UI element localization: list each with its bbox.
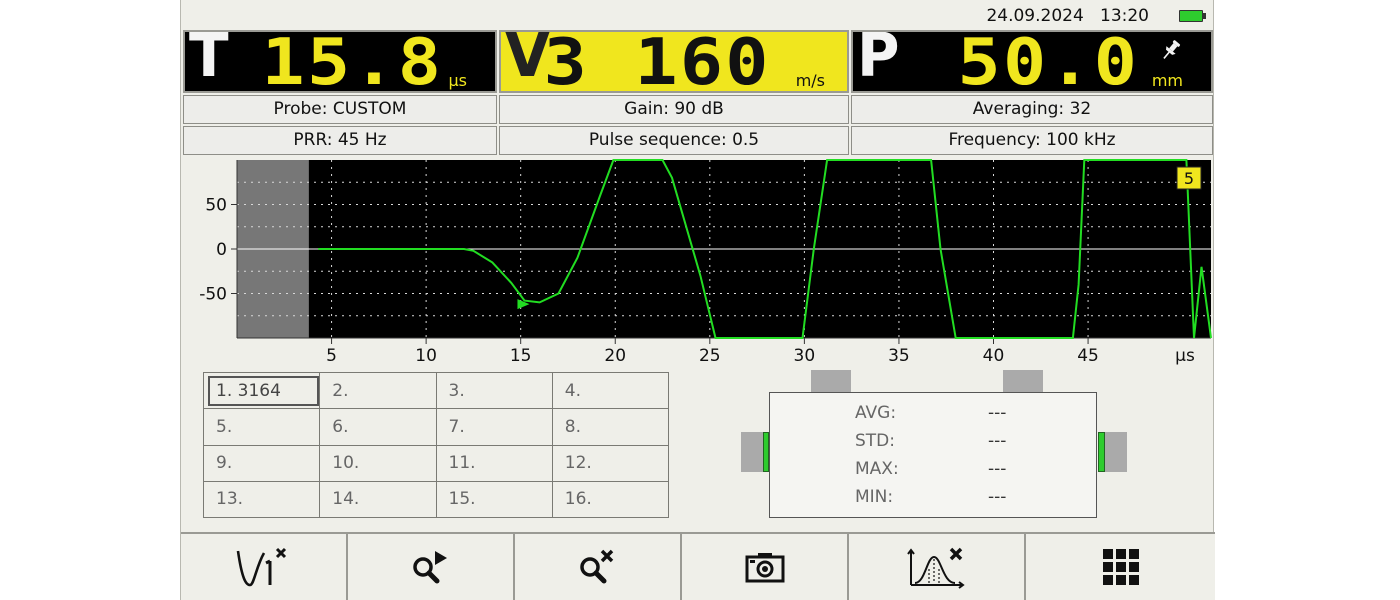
pin-icon[interactable] (1159, 38, 1183, 62)
probe-info[interactable]: Probe: CUSTOM (183, 95, 497, 124)
stat-min-row: MIN: --- (770, 483, 1096, 511)
statistics-box: AVG: --- STD: --- MAX: --- MIN: --- (769, 392, 1097, 518)
metric-time-panel[interactable]: T 15.8 µs (183, 30, 497, 93)
metric-path-unit: mm (1151, 71, 1183, 90)
probe-diagram: AVG: --- STD: --- MAX: --- MIN: --- (741, 370, 1141, 530)
status-bar: 24.09.2024 13:20 (181, 0, 1215, 30)
readings-row: 13. 14. 15. 16. (202, 480, 670, 519)
x-tick-label: 10 (415, 346, 437, 366)
x-tick-label: 45 (1077, 346, 1099, 366)
battery-full-icon (1179, 10, 1206, 22)
metric-velocity-value: 3 160 (544, 30, 771, 93)
metric-path-letter: P (857, 30, 900, 91)
probe-pad-top-left (811, 370, 851, 392)
reading-cell[interactable]: 2. (319, 371, 437, 410)
readings-row: 9. 10. 11. 12. (202, 444, 670, 482)
y-tick-label: 50 (205, 196, 227, 216)
frequency-info[interactable]: Frequency: 100 kHz (851, 126, 1213, 155)
zoom-play-button[interactable] (348, 534, 515, 600)
date-text: 24.09.2024 (986, 6, 1084, 26)
averaging-info[interactable]: Averaging: 32 (851, 95, 1213, 124)
stat-max-label: MAX: (855, 459, 899, 479)
marker-badge-label: 5 (1184, 169, 1194, 188)
stat-avg-label: AVG: (855, 403, 897, 423)
stat-std-row: STD: --- (770, 427, 1096, 455)
reading-cell[interactable]: 15. (435, 480, 553, 519)
reading-cell[interactable]: 11. (435, 444, 553, 482)
screenshot-button[interactable] (682, 534, 849, 600)
x-tick-label: 30 (794, 346, 816, 366)
x-tick-label: 5 (326, 346, 337, 366)
zoom-reset-button[interactable] (515, 534, 682, 600)
pulse-sequence-info[interactable]: Pulse sequence: 0.5 (499, 126, 849, 155)
x-tick-label: 20 (604, 346, 626, 366)
stat-min-label: MIN: (855, 487, 894, 507)
stat-max-value: --- (988, 459, 1007, 479)
y-tick-label: 0 (216, 240, 227, 260)
metric-velocity-panel[interactable]: V 3 160 m/s (499, 30, 849, 93)
probe-pad-top-right (1003, 370, 1043, 392)
curve-select-icon (236, 547, 286, 587)
camera-icon (745, 553, 784, 583)
gain-info[interactable]: Gain: 90 dB (499, 95, 849, 124)
reading-cell[interactable]: 13. (202, 480, 321, 519)
metric-velocity-unit: m/s (795, 71, 825, 90)
reading-cell[interactable]: 5. (202, 408, 321, 446)
stat-std-value: --- (988, 431, 1007, 451)
stat-min-value: --- (988, 487, 1007, 507)
distribution-icon (906, 547, 965, 589)
readings-row: 1. 3164 2. 3. 4. (202, 371, 670, 410)
distribution-button[interactable] (849, 534, 1026, 600)
reading-cell[interactable]: 8. (551, 408, 670, 446)
date-time: 24.09.2024 13:20 (986, 6, 1149, 26)
prr-info[interactable]: PRR: 45 Hz (183, 126, 497, 155)
metric-path-panel[interactable]: P 50.0 mm (851, 30, 1213, 93)
time-text: 13:20 (1100, 6, 1149, 26)
reading-cell[interactable]: 10. (319, 444, 437, 482)
reading-cell[interactable]: 6. (319, 408, 437, 446)
menu-button[interactable] (1026, 534, 1215, 600)
x-tick-label: 25 (699, 346, 721, 366)
stat-avg-value: --- (988, 403, 1007, 423)
reading-cell[interactable]: 7. (435, 408, 553, 446)
waveform-chart[interactable]: 5 10 15 20 25 30 35 40 45 µs 50 0 -50 5 (181, 158, 1215, 370)
x-unit-label: µs (1175, 346, 1195, 366)
metric-time-unit: µs (448, 71, 467, 90)
reading-cell[interactable]: 3. (435, 371, 553, 410)
readings-row: 5. 6. 7. 8. (202, 408, 670, 446)
x-tick-label: 15 (510, 346, 532, 366)
metric-time-value: 15.8 (261, 30, 443, 93)
grid-menu-icon (1102, 549, 1139, 585)
reading-cell[interactable]: 14. (319, 480, 437, 519)
zoom-reset-icon (579, 549, 613, 584)
y-tick-label: -50 (199, 285, 227, 305)
device-screen: 24.09.2024 13:20 T 15.8 µs V 3 160 m/s P… (180, 0, 1215, 600)
bottom-toolbar (181, 532, 1215, 600)
reading-cell-selected: 1. 3164 (208, 375, 320, 406)
reading-cell[interactable]: 9. (202, 444, 321, 482)
probe-pad-left (741, 432, 763, 472)
metric-time-letter: T (189, 30, 229, 91)
x-tick-label: 35 (888, 346, 910, 366)
probe-receiver-indicator (1098, 432, 1105, 472)
zoom-play-icon (412, 551, 447, 584)
probe-pad-right (1105, 432, 1127, 472)
readings-table: 1. 3164 2. 3. 4. 5. 6. 7. 8. 9. 10. 11. 12. 13. 14. 15… (202, 371, 670, 519)
stat-std-label: STD: (855, 431, 895, 451)
x-tick-label: 40 (983, 346, 1005, 366)
reading-cell[interactable]: 1. 3164 (202, 371, 321, 410)
stat-max-row: MAX: --- (770, 455, 1096, 483)
reading-cell[interactable]: 4. (551, 371, 670, 410)
stat-avg-row: AVG: --- (770, 399, 1096, 427)
curve-select-button[interactable] (181, 534, 348, 600)
reading-cell[interactable]: 16. (551, 480, 670, 519)
metric-path-value: 50.0 (957, 30, 1139, 93)
reading-cell[interactable]: 12. (551, 444, 670, 482)
